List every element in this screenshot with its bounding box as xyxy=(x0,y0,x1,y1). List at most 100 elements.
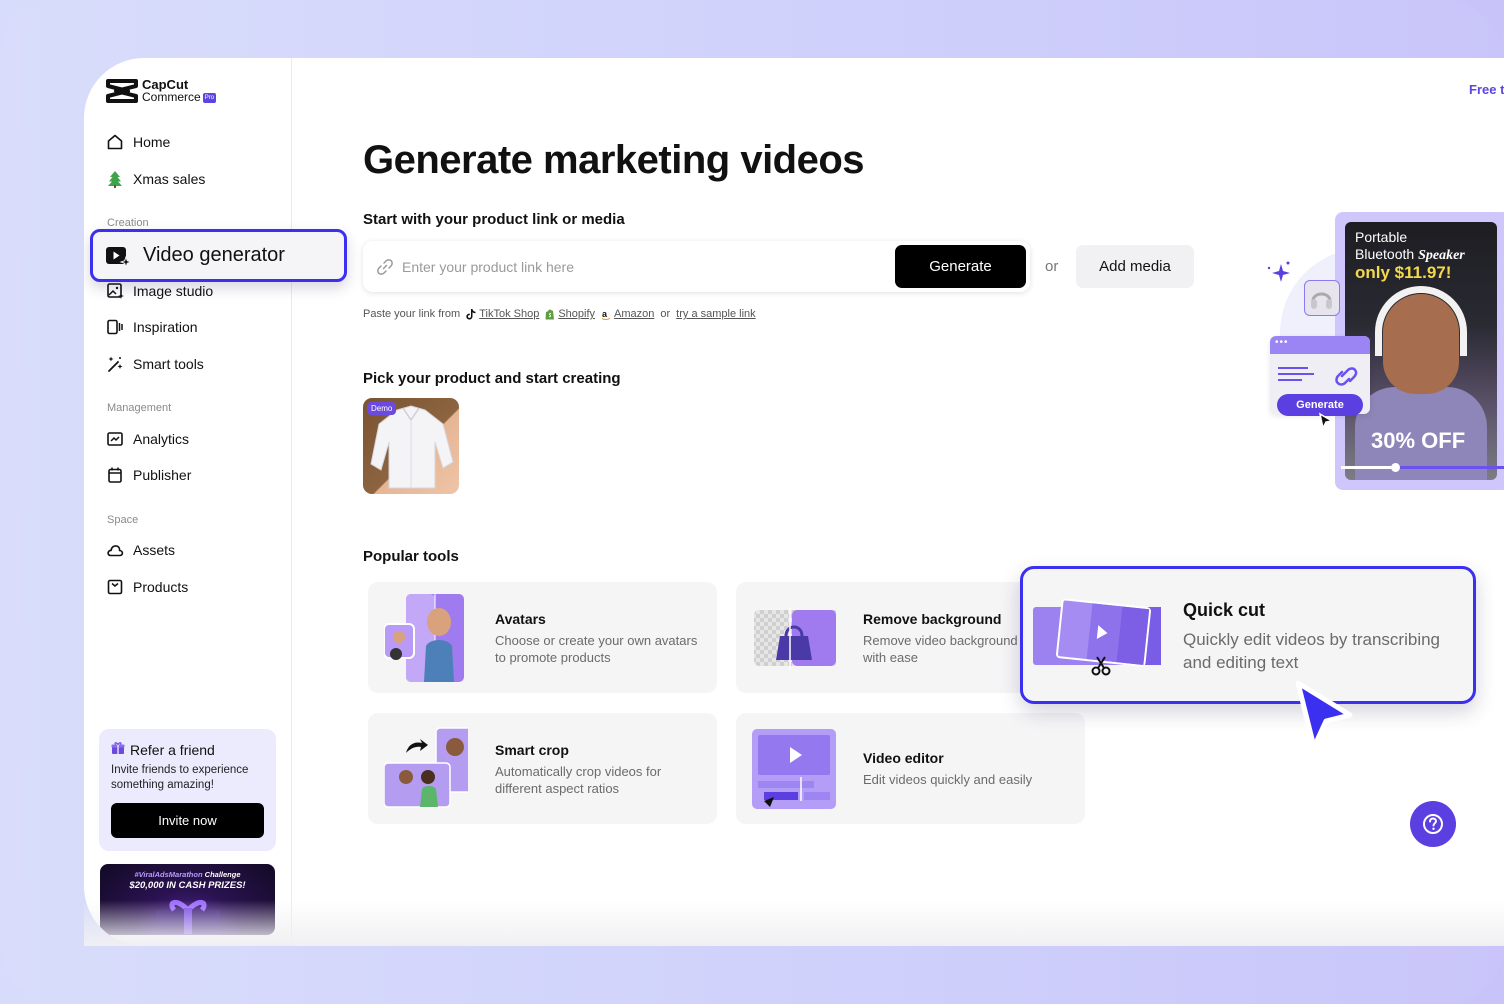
sample-link[interactable]: try a sample link xyxy=(676,308,755,320)
hero-product-title: Portable Bluetooth Speaker xyxy=(1355,229,1465,264)
sidebar-item-smart-tools[interactable]: Smart tools xyxy=(106,353,204,375)
home-icon xyxy=(106,133,124,151)
hero-line2a: Bluetooth xyxy=(1355,246,1415,262)
add-media-button[interactable]: Add media xyxy=(1076,245,1194,288)
nav-section-management: Management xyxy=(107,402,172,414)
product-link-box: Generate xyxy=(363,241,1030,292)
sidebar-item-video-generator[interactable]: Video generator xyxy=(90,229,347,282)
chain-link-icon xyxy=(1335,367,1358,386)
sidebar-item-label: Products xyxy=(133,579,189,595)
paste-sources-row: Paste your link from TikTok Shop Shopify… xyxy=(363,308,756,320)
invite-now-button[interactable]: Invite now xyxy=(111,803,264,838)
sparkle-icon xyxy=(1267,261,1290,282)
sidebar-item-analytics[interactable]: Analytics xyxy=(106,428,189,450)
sidebar-item-label: Inspiration xyxy=(133,319,198,335)
sidebar-item-label: Xmas sales xyxy=(133,171,206,187)
cloud-icon xyxy=(106,541,124,559)
hero-illustration: Portable Bluetooth Speaker only $11.97! … xyxy=(1260,208,1504,498)
tool-title: Quick cut xyxy=(1183,600,1266,620)
headphones-thumbnail xyxy=(1304,280,1340,316)
paste-prefix: Paste your link from xyxy=(363,308,461,320)
tool-title: Video editor xyxy=(863,750,944,766)
sidebar: CapCut Commerce Pro Home Xmas sales Crea… xyxy=(84,58,347,946)
tool-title: Remove background xyxy=(863,611,1002,627)
sidebar-item-image-studio[interactable]: Image studio xyxy=(106,280,213,302)
refer-description: Invite friends to experience something a… xyxy=(111,764,249,791)
refer-title: Refer a friend xyxy=(130,741,215,758)
refer-a-friend-card: Refer a friend Invite friends to experie… xyxy=(99,729,276,851)
product-link-input[interactable] xyxy=(402,258,882,275)
sidebar-item-label: Home xyxy=(133,134,171,150)
main-content: Free t Generate marketing videos Start w… xyxy=(292,58,1504,946)
viral-ads-promo-banner[interactable]: #ViralAdsMarathon Challenge $20,000 IN C… xyxy=(100,864,275,935)
app-window: CapCut Commerce Pro Home Xmas sales Crea… xyxy=(84,58,1504,946)
calendar-icon xyxy=(106,466,124,484)
box-icon xyxy=(106,578,124,596)
tree-icon xyxy=(106,170,124,188)
remove-background-thumbnail xyxy=(754,608,836,670)
tool-card-quick-cut[interactable]: Quick cut Quickly edit videos by transcr… xyxy=(1020,566,1476,704)
magic-wand-icon xyxy=(106,355,124,373)
tool-description: Edit videos quickly and easily xyxy=(863,772,1033,787)
image-studio-icon xyxy=(106,282,124,300)
quick-cut-thumbnail xyxy=(1033,599,1161,676)
tool-description: Remove video background with ease xyxy=(863,633,1018,665)
product-card-demo[interactable]: Demo xyxy=(363,398,459,494)
brand-logo[interactable]: CapCut Commerce Pro xyxy=(106,78,217,104)
tools-section-title: Popular tools xyxy=(363,548,459,565)
promo-prize: $20,000 IN CASH PRIZES! xyxy=(129,880,246,891)
shopify-link[interactable]: Shopify xyxy=(558,308,595,320)
amazon-icon: a xyxy=(601,309,611,320)
sidebar-item-products[interactable]: Products xyxy=(106,576,188,598)
svg-text:a: a xyxy=(602,309,608,319)
hero-line2b: Speaker xyxy=(1418,248,1465,263)
sidebar-item-assets[interactable]: Assets xyxy=(106,539,175,561)
generate-button[interactable]: Generate xyxy=(895,245,1026,288)
nav-section-creation: Creation xyxy=(107,217,149,229)
sidebar-item-publisher[interactable]: Publisher xyxy=(106,464,191,486)
inspiration-icon xyxy=(106,318,124,336)
promo-challenge: Challenge xyxy=(204,870,241,879)
mouse-cursor-icon xyxy=(1295,680,1353,750)
video-editor-thumbnail xyxy=(752,729,836,809)
hero-progress-bar xyxy=(1341,463,1504,472)
brand-subname: Commerce xyxy=(142,90,201,104)
window-dots: ••• xyxy=(1270,336,1370,354)
smart-crop-thumbnail xyxy=(384,727,468,808)
hero-price: only $11.97! xyxy=(1355,263,1452,282)
tool-card-video-editor[interactable]: Video editor Edit videos quickly and eas… xyxy=(736,713,1085,824)
tool-card-smart-crop[interactable]: Smart crop Automatically crop videos for… xyxy=(368,713,717,824)
hero-progress-fill xyxy=(1341,466,1396,469)
sidebar-item-xmas-sales[interactable]: Xmas sales xyxy=(106,168,205,190)
sidebar-item-inspiration[interactable]: Inspiration xyxy=(106,316,198,338)
nav-section-space: Space xyxy=(107,514,139,526)
tool-description: Choose or create your own avatars to pro… xyxy=(495,633,698,665)
sidebar-item-label: Video generator xyxy=(143,244,285,266)
tool-card-avatars[interactable]: Avatars Choose or create your own avatar… xyxy=(368,582,717,693)
sidebar-item-label: Smart tools xyxy=(133,356,204,372)
tiktok-icon xyxy=(466,308,476,320)
capcut-logo-icon xyxy=(106,79,138,103)
tool-description: Automatically crop videos for different … xyxy=(495,764,662,796)
link-icon xyxy=(376,258,394,276)
tool-title: Avatars xyxy=(495,611,546,627)
hero-discount: 30% OFF xyxy=(1371,428,1466,453)
tiktok-shop-link[interactable]: TikTok Shop xyxy=(479,308,539,320)
sidebar-item-label: Assets xyxy=(133,542,176,558)
gift-icon xyxy=(111,741,125,758)
sidebar-item-label: Image studio xyxy=(133,283,214,299)
promo-hashtag: #ViralAdsMarathon xyxy=(134,870,203,879)
pro-badge: Pro xyxy=(202,92,217,103)
gift-box-icon xyxy=(156,900,220,934)
help-button[interactable] xyxy=(1410,801,1456,847)
link-section-title: Start with your product link or media xyxy=(363,211,625,228)
amazon-link[interactable]: Amazon xyxy=(614,308,654,320)
analytics-icon xyxy=(106,430,124,448)
free-trial-link[interactable]: Free t xyxy=(1469,82,1504,97)
tool-description: Quickly edit videos by transcribing and … xyxy=(1183,630,1441,672)
avatars-thumbnail xyxy=(384,594,464,682)
sidebar-item-home[interactable]: Home xyxy=(106,131,170,153)
demo-badge: Demo xyxy=(367,402,397,415)
tool-title: Smart crop xyxy=(495,742,569,758)
help-icon xyxy=(1423,814,1443,834)
